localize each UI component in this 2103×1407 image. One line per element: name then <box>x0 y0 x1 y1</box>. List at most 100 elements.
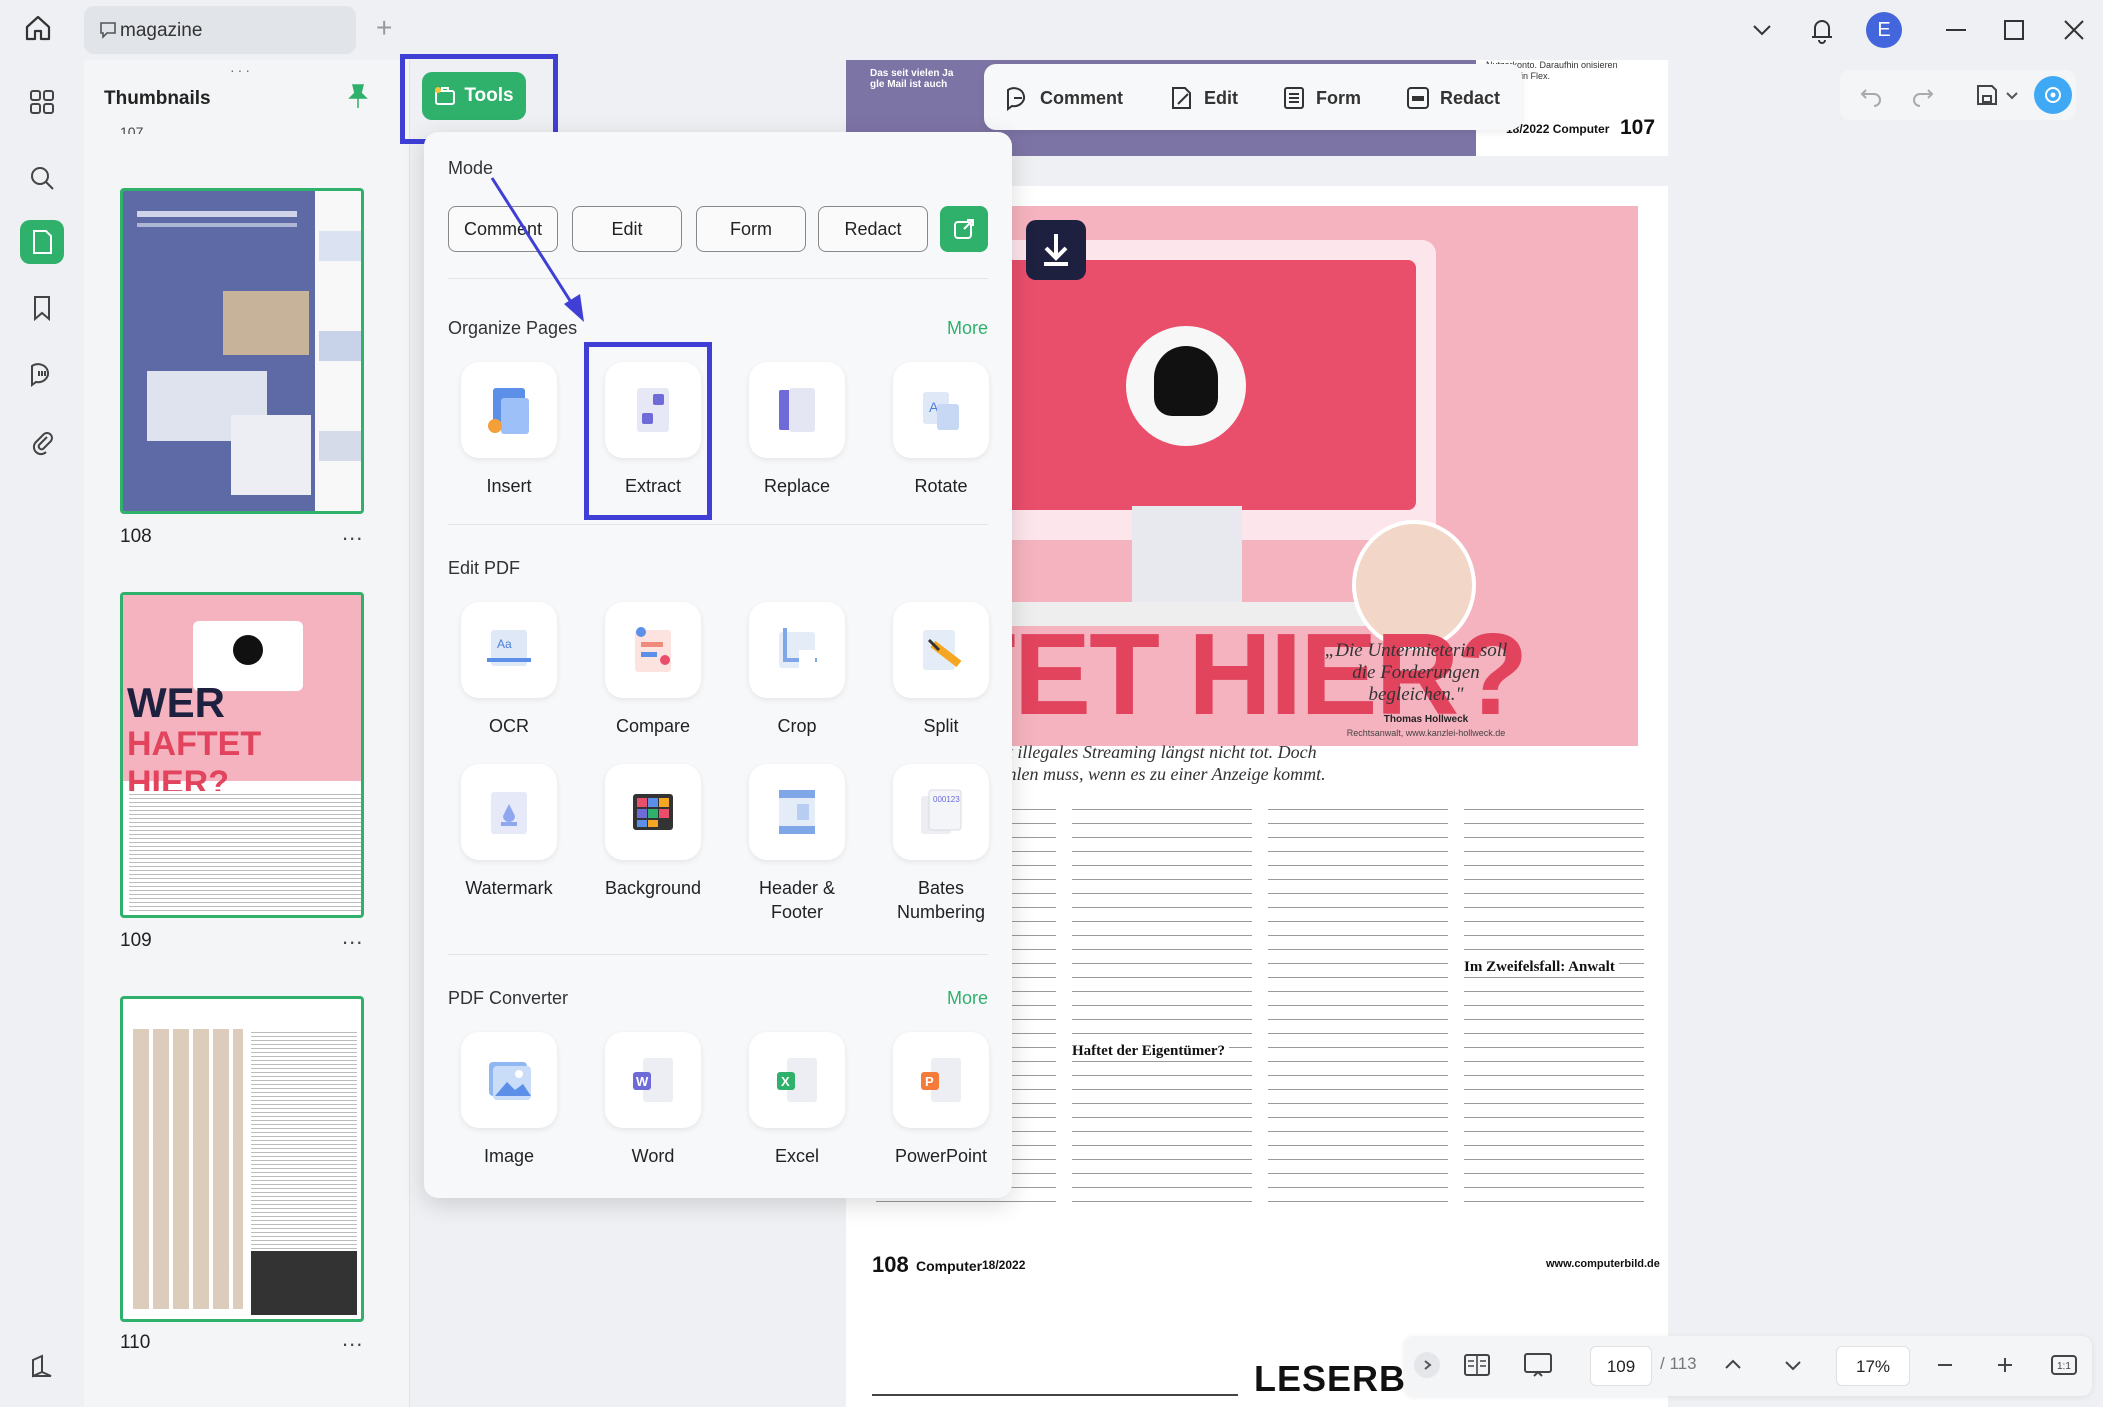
form-icon <box>1280 84 1308 112</box>
bell-icon[interactable] <box>1806 10 1838 50</box>
section-title-converter: PDF Converter <box>448 988 568 1009</box>
apps-grid-icon[interactable] <box>20 80 64 124</box>
save-icon[interactable] <box>1974 82 2000 113</box>
chevron-up-icon[interactable] <box>1720 1352 1746 1383</box>
tool-to-image[interactable]: Image <box>444 1032 574 1182</box>
tool-rotate[interactable]: A Rotate <box>876 362 1006 512</box>
zoom-level-input[interactable]: 17% <box>1836 1346 1910 1386</box>
split-icon <box>893 602 989 698</box>
tool-ocr[interactable]: Aa OCR <box>444 602 574 752</box>
organize-more-link[interactable]: More <box>947 318 988 339</box>
tool-compare[interactable]: Compare <box>588 602 718 752</box>
open-external-button[interactable] <box>940 206 988 252</box>
chevron-down-icon[interactable] <box>2004 84 2020 111</box>
chevron-right-icon[interactable] <box>1414 1352 1440 1378</box>
actual-size-icon[interactable]: 1:1 <box>2050 1352 2078 1383</box>
tool-insert[interactable]: Insert <box>444 362 574 512</box>
tab-title: magazine <box>120 20 202 42</box>
tool-to-word[interactable]: W Word <box>588 1032 718 1182</box>
tool-header-footer[interactable]: Header & Footer <box>732 764 862 914</box>
comments-list-icon[interactable] <box>20 352 64 396</box>
tool-to-excel[interactable]: X Excel <box>732 1032 862 1182</box>
tool-crop[interactable]: Crop <box>732 602 862 752</box>
download-icon <box>1026 220 1086 280</box>
maximize-icon[interactable] <box>1998 10 2030 50</box>
layers-icon[interactable] <box>20 1344 64 1388</box>
right-toolbar <box>1840 70 2076 120</box>
tool-background[interactable]: Background <box>588 764 718 914</box>
tools-highlight-frame <box>400 54 558 144</box>
tool-to-powerpoint[interactable]: P PowerPoint <box>876 1032 1006 1182</box>
page-number-108: 108 <box>872 1252 909 1278</box>
svg-text:000123: 000123 <box>933 795 960 804</box>
chevron-down-icon[interactable] <box>1780 1352 1806 1383</box>
quote-author: Thomas Hollweck <box>1356 714 1496 725</box>
home-icon[interactable] <box>22 12 62 48</box>
chevron-down-icon[interactable] <box>1748 10 1776 50</box>
doc-mode-toolbar: Comment Edit Form Redact <box>984 64 1522 130</box>
attachment-icon[interactable] <box>20 420 64 464</box>
tool-split[interactable]: Split <box>876 602 1006 752</box>
word-icon: W <box>605 1032 701 1128</box>
ai-assistant-icon[interactable] <box>2034 76 2072 114</box>
svg-text:P: P <box>925 1074 934 1089</box>
pin-icon[interactable] <box>346 82 370 115</box>
zoom-in-icon[interactable] <box>1992 1352 2018 1383</box>
header-footer-icon <box>749 764 845 860</box>
compare-icon <box>605 602 701 698</box>
toolbar-edit-label: Edit <box>1204 88 1238 109</box>
tool-bates-numbering[interactable]: 000123 Bates Numbering <box>876 764 1006 914</box>
presentation-icon[interactable] <box>1522 1350 1554 1385</box>
extract-highlight-frame <box>584 342 712 520</box>
mode-redact-button[interactable]: Redact <box>818 206 928 252</box>
thumb-label-cut: 107 <box>120 124 143 134</box>
new-tab-button[interactable]: + <box>376 12 392 44</box>
footer-brand: Computer <box>916 1258 982 1274</box>
skull-icon <box>1154 346 1218 416</box>
avatar[interactable]: E <box>1866 12 1902 48</box>
subhead-2: Im Zweifelsfall: Anwalt <box>1464 960 1619 974</box>
watermark-icon <box>461 764 557 860</box>
thumbnail-page-number: 108 <box>120 526 152 548</box>
tool-replace[interactable]: Replace <box>732 362 862 512</box>
mode-form-button[interactable]: Form <box>696 206 806 252</box>
redo-icon[interactable] <box>1910 82 1936 113</box>
rotate-icon: A <box>893 362 989 458</box>
replace-icon <box>749 362 845 458</box>
tool-watermark[interactable]: Watermark <box>444 764 574 914</box>
search-icon[interactable] <box>20 156 64 200</box>
thumbnail-page-110[interactable] <box>120 996 364 1322</box>
thumbnails-title: Thumbnails <box>104 88 211 110</box>
close-icon[interactable] <box>2058 10 2090 50</box>
bates-numbering-icon: 000123 <box>893 764 989 860</box>
toolbar-comment[interactable]: Comment <box>1004 84 1123 112</box>
toolbar-redact[interactable]: Redact <box>1404 84 1500 112</box>
panel-drag-handle[interactable]: ··· <box>230 62 253 78</box>
thumbnail-more-button[interactable]: ... <box>342 520 363 546</box>
toolbar-form[interactable]: Form <box>1280 84 1361 112</box>
thumbnail-page-108[interactable] <box>120 188 364 514</box>
image-icon <box>461 1032 557 1128</box>
toolbar-edit[interactable]: Edit <box>1168 84 1238 112</box>
thumbnail-more-button[interactable]: ... <box>342 1326 363 1352</box>
current-page-input[interactable]: 109 <box>1590 1346 1652 1386</box>
document-tab[interactable]: magazine <box>84 6 356 54</box>
background-icon <box>605 764 701 860</box>
bookmark-icon[interactable] <box>20 286 64 330</box>
page-layout-icon[interactable] <box>1462 1350 1492 1385</box>
ocr-icon: Aa <box>461 602 557 698</box>
thumbnail-page-109[interactable]: WER HAFTET HIER? <box>120 592 364 918</box>
toolbar-form-label: Form <box>1316 88 1361 109</box>
excel-icon: X <box>749 1032 845 1128</box>
zoom-out-icon[interactable] <box>1932 1352 1958 1383</box>
undo-icon[interactable] <box>1858 82 1884 113</box>
total-pages: / 113 <box>1660 1354 1697 1374</box>
powerpoint-icon: P <box>893 1032 989 1128</box>
converter-more-link[interactable]: More <box>947 988 988 1009</box>
thumbnail-more-button[interactable]: ... <box>342 924 363 950</box>
minimize-icon[interactable] <box>1940 10 1972 50</box>
title-bar: magazine + E <box>0 0 2103 60</box>
comment-icon <box>1004 84 1032 112</box>
thumbnails-page-icon[interactable] <box>20 220 64 264</box>
footer-url: www.computerbild.de <box>1546 1258 1660 1270</box>
